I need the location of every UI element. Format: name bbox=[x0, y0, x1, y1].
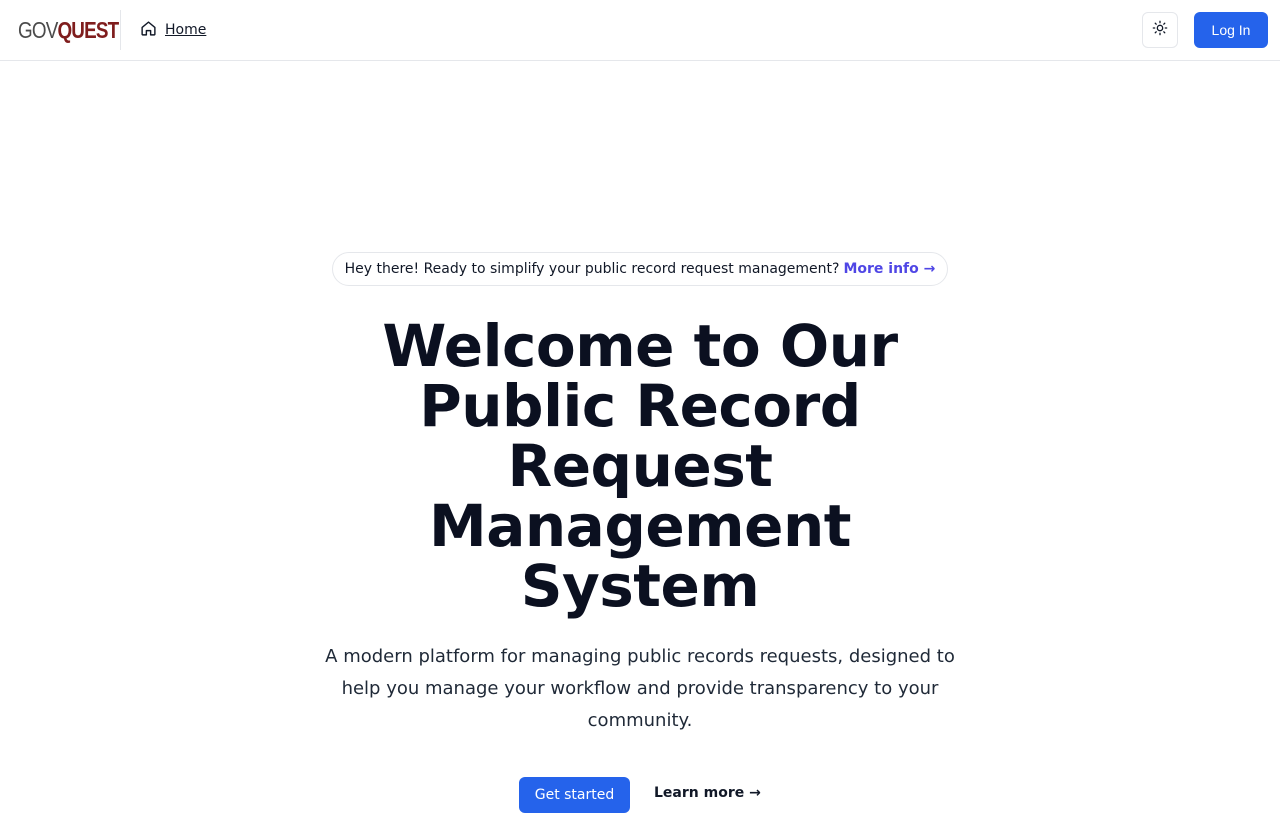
hero-title: Welcome to Our Public Record Request Man… bbox=[382, 312, 898, 620]
top-navbar: GOV QUEST Home Log In bbox=[0, 0, 1280, 61]
theme-toggle-button[interactable] bbox=[1142, 12, 1178, 48]
home-link-label: Home bbox=[165, 22, 207, 38]
hero-subtitle: A modern platform for managing public re… bbox=[325, 646, 955, 731]
get-started-button[interactable]: Get started bbox=[519, 777, 630, 813]
sun-icon bbox=[1152, 20, 1168, 40]
home-link[interactable]: Home bbox=[140, 19, 206, 41]
logo-text-gov: GOV bbox=[18, 16, 58, 43]
header-divider bbox=[120, 10, 121, 50]
announcement-text: Hey there! Ready to simplify your public… bbox=[344, 261, 840, 277]
logo-text-quest: QUEST bbox=[57, 16, 119, 43]
govquest-logo[interactable]: GOV QUEST bbox=[18, 15, 119, 45]
more-info-link[interactable]: More info → bbox=[843, 261, 935, 277]
login-button[interactable]: Log In bbox=[1194, 12, 1268, 48]
home-icon bbox=[140, 20, 157, 41]
announcement-banner: Hey there! Ready to simplify your public… bbox=[332, 252, 948, 286]
learn-more-link[interactable]: Learn more → bbox=[654, 785, 761, 801]
